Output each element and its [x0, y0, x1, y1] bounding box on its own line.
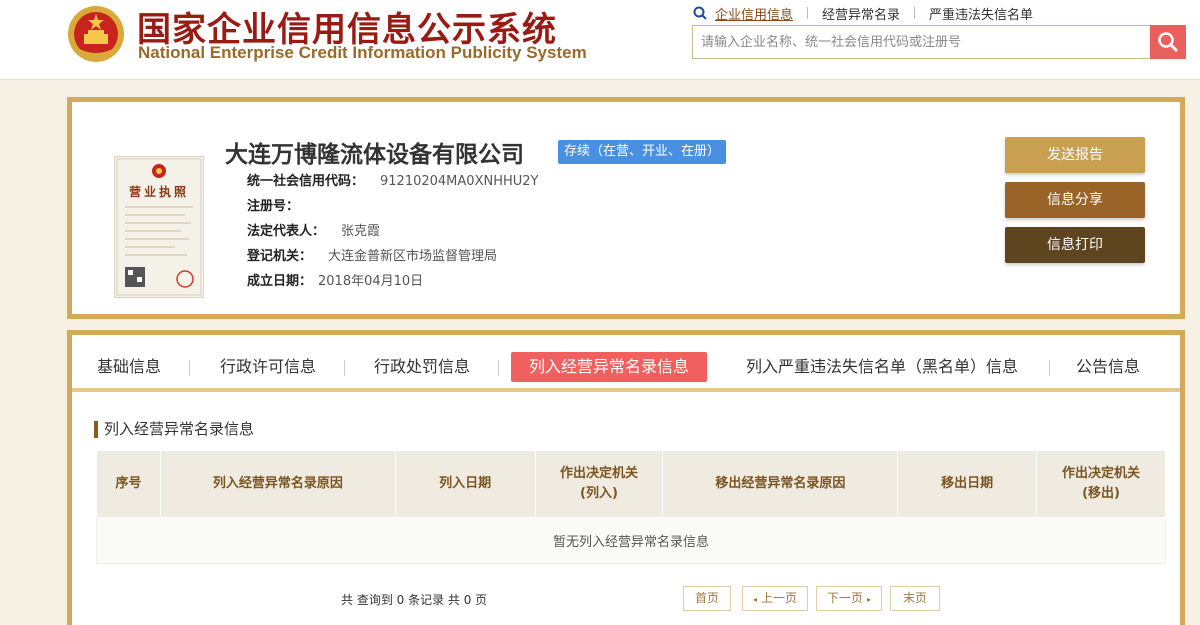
- first-page-button[interactable]: 首页: [683, 586, 731, 611]
- info-row-authority: 登记机关： 大连金普新区市场监督管理局: [247, 248, 497, 266]
- info-value: 张克霞: [341, 224, 381, 239]
- prev-page-label: 上一页: [761, 591, 798, 605]
- chevron-left-icon: ◂: [752, 595, 757, 604]
- site-header: 国家企业信用信息公示系统 National Enterprise Credit …: [0, 0, 1200, 80]
- search-input[interactable]: [693, 26, 1149, 58]
- tab-admin-license[interactable]: 行政许可信息: [220, 352, 316, 382]
- print-info-button[interactable]: 信息打印: [1005, 227, 1145, 263]
- col-remove-date: 移出日期: [897, 450, 1038, 518]
- top-nav: 企业信用信息 经营异常名录 严重违法失信名单: [693, 4, 1033, 23]
- info-label: 注册号：: [247, 199, 300, 214]
- nav-abnormal-list[interactable]: 经营异常名录: [822, 4, 900, 23]
- abnormal-list-table: 序号 列入经营异常名录原因 列入日期 作出决定机关 (列入) 移出经营异常名录原因…: [96, 450, 1166, 564]
- send-report-button[interactable]: 发送报告: [1005, 137, 1145, 173]
- tab-bar: 基础信息 行政许可信息 行政处罚信息 列入经营异常名录信息 列入严重违法失信名单…: [72, 335, 1180, 392]
- search-button[interactable]: [1150, 25, 1186, 59]
- tab-divider: [189, 360, 190, 376]
- tab-divider: [344, 360, 345, 376]
- national-emblem-icon: [68, 6, 124, 62]
- tab-abnormal-list[interactable]: 列入经营异常名录信息: [511, 352, 708, 382]
- nav-enterprise-credit[interactable]: 企业信用信息: [715, 4, 793, 23]
- company-card: 营业执照 大连万博隆流体设备有限公司 存续（在营、开业、在册） 统一社会信用代码…: [67, 97, 1185, 319]
- col-list-reason: 列入经营异常名录原因: [159, 450, 396, 518]
- col-list-authority-line2: (列入): [580, 486, 618, 501]
- info-value: 2018年04月10日: [318, 274, 424, 289]
- col-list-date: 列入日期: [394, 450, 536, 518]
- info-label: 成立日期：: [247, 274, 313, 289]
- table-row: 暂无列入经营异常名录信息: [96, 517, 1166, 564]
- col-remove-authority-line1: 作出决定机关: [1062, 466, 1141, 481]
- tab-admin-penalty[interactable]: 行政处罚信息: [374, 352, 470, 382]
- info-row-reg-number: 注册号：: [247, 198, 315, 216]
- nav-divider: [914, 7, 916, 19]
- next-page-label: 下一页: [826, 591, 863, 605]
- col-remove-authority-line2: (移出): [1082, 486, 1120, 501]
- info-row-credit-code: 统一社会信用代码： 91210204MA0XNHHU2Y: [247, 173, 538, 191]
- share-info-button[interactable]: 信息分享: [1005, 182, 1145, 218]
- company-name: 大连万博隆流体设备有限公司: [225, 142, 524, 168]
- nav-blacklist[interactable]: 严重违法失信名单: [929, 4, 1033, 23]
- tab-blacklist[interactable]: 列入严重违法失信名单（黑名单）信息: [746, 352, 1018, 382]
- license-label: 营业执照: [128, 185, 189, 199]
- next-page-button[interactable]: 下一页 ▸: [816, 586, 882, 611]
- search-box: [692, 25, 1186, 59]
- empty-message: 暂无列入经营异常名录信息: [96, 517, 1166, 564]
- col-remove-reason: 移出经营异常名录原因: [662, 450, 899, 518]
- pager-summary: 共 查询到 0 条记录 共 0 页: [341, 593, 488, 607]
- tab-divider: [1049, 360, 1050, 376]
- prev-page-button[interactable]: ◂ 上一页: [742, 586, 808, 611]
- tab-divider: [498, 360, 499, 376]
- col-list-authority: 作出决定机关 (列入): [534, 450, 664, 518]
- table-header-row: 序号 列入经营异常名录原因 列入日期 作出决定机关 (列入) 移出经营异常名录原因…: [96, 450, 1166, 518]
- tab-basic-info[interactable]: 基础信息: [97, 352, 161, 382]
- section-title: 列入经营异常名录信息: [94, 421, 254, 438]
- search-icon: [693, 6, 707, 20]
- info-row-legal-rep: 法定代表人： 张克霞: [247, 223, 380, 241]
- chevron-right-icon: ▸: [867, 595, 872, 604]
- info-label: 登记机关：: [247, 249, 313, 264]
- status-badge: 存续（在营、开业、在册）: [558, 140, 727, 164]
- business-license-image: 营业执照: [114, 156, 204, 298]
- info-label: 法定代表人：: [247, 224, 326, 239]
- license-lines-icon: [125, 206, 194, 288]
- col-list-authority-line1: 作出决定机关: [559, 466, 638, 481]
- col-index: 序号: [96, 450, 161, 518]
- site-subtitle: National Enterprise Credit Information P…: [138, 43, 587, 62]
- detail-panel: 基础信息 行政许可信息 行政处罚信息 列入经营异常名录信息 列入严重违法失信名单…: [67, 330, 1185, 625]
- tab-announcements[interactable]: 公告信息: [1076, 352, 1140, 382]
- magnifier-icon: [1158, 32, 1178, 52]
- info-row-established: 成立日期： 2018年04月10日: [247, 273, 423, 291]
- nav-divider: [807, 7, 809, 19]
- last-page-button[interactable]: 末页: [890, 586, 940, 611]
- info-value: 大连金普新区市场监督管理局: [328, 249, 498, 264]
- info-value: 91210204MA0XNHHU2Y: [380, 174, 539, 189]
- col-remove-authority: 作出决定机关 (移出): [1036, 450, 1166, 518]
- info-label: 统一社会信用代码：: [247, 174, 365, 189]
